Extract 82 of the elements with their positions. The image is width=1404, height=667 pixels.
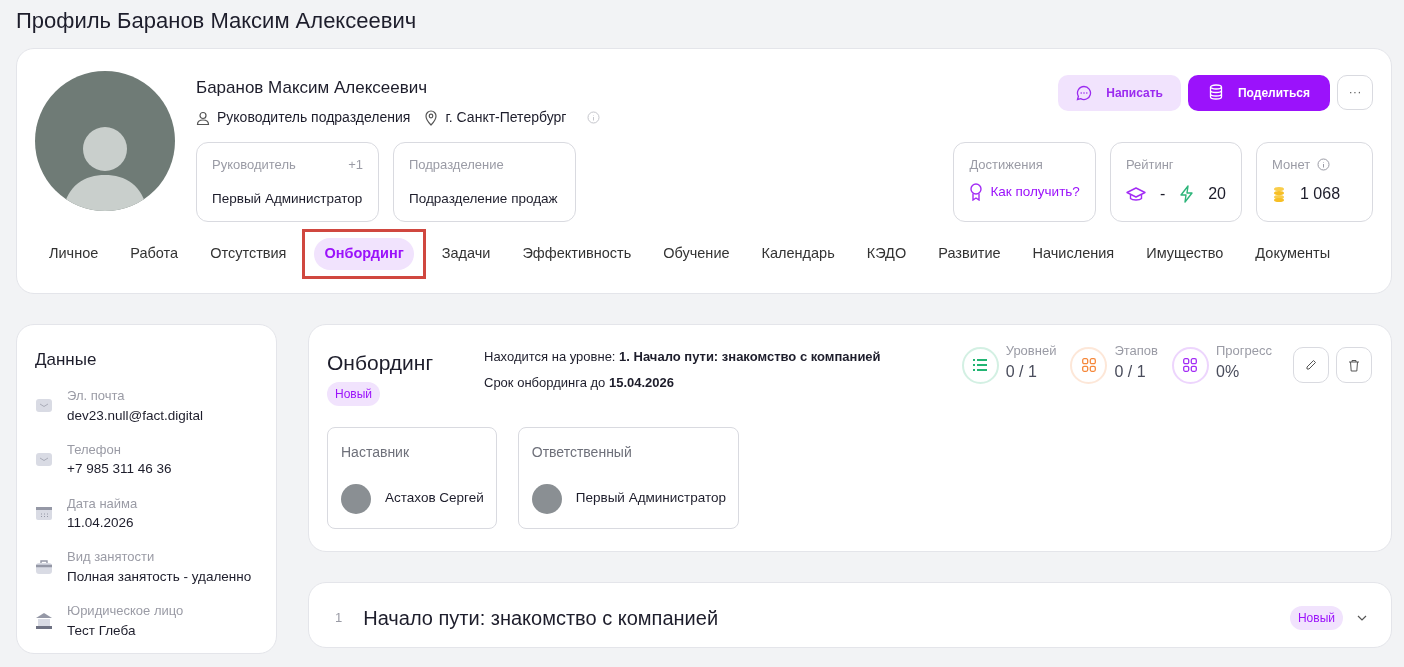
stat-label: Рейтинг bbox=[1125, 156, 1174, 174]
tab[interactable]: Задачи bbox=[431, 237, 501, 270]
avatar-placeholder bbox=[531, 483, 562, 514]
field-label: Вид занятости bbox=[67, 548, 156, 567]
info-icon bbox=[1317, 158, 1331, 172]
count-text: +1 bbox=[348, 156, 363, 174]
bank-building-icon bbox=[35, 611, 53, 630]
tab[interactable]: Начисления bbox=[1022, 237, 1125, 270]
onboarding-title: Онбординг bbox=[327, 349, 435, 376]
role-label: Наставник bbox=[341, 442, 411, 462]
field-label: Эл. почта bbox=[67, 387, 126, 405]
level-text: Находится на уровне: 1. Начало пути: знакомство с компанией bbox=[484, 347, 882, 366]
stat-label: Достижения bbox=[969, 156, 1043, 174]
edit-button[interactable] bbox=[1293, 347, 1329, 384]
info-value: Подразделение продаж bbox=[409, 189, 559, 208]
stat-value: 0 / 1 bbox=[1005, 362, 1038, 382]
field-label: Телефон bbox=[67, 440, 122, 459]
field-value: Полная занятость - удаленно bbox=[67, 567, 252, 586]
rating-points: 20 bbox=[1208, 183, 1226, 204]
pencil-icon bbox=[1305, 359, 1317, 372]
info-value: Первый Администратор bbox=[212, 189, 363, 208]
envelope-icon bbox=[35, 450, 53, 469]
deadline-text: Срок онбординга до 15.04.2026 bbox=[484, 374, 675, 392]
tab[interactable]: КЭДО bbox=[856, 237, 917, 270]
stat-value: 0% bbox=[1216, 362, 1241, 382]
status-badge: Новый bbox=[327, 381, 381, 406]
info-icon bbox=[587, 111, 601, 124]
field-value: 11.04.2026 bbox=[67, 514, 135, 532]
tab[interactable]: Эффективность bbox=[512, 237, 642, 270]
envelope-icon bbox=[35, 396, 53, 415]
section-title: Данные bbox=[35, 348, 98, 371]
share-button[interactable]: Поделиться bbox=[1187, 74, 1330, 111]
person-name: Баранов Максим Алексеевич bbox=[196, 76, 429, 99]
how-to-get-link[interactable]: Как получить? bbox=[990, 181, 1080, 202]
stat-label: Этапов bbox=[1114, 341, 1158, 360]
city-text: г. Санкт-Петербург bbox=[445, 108, 567, 127]
chevron-down-icon bbox=[1357, 614, 1367, 621]
more-button[interactable]: ··· bbox=[1337, 74, 1373, 110]
tab[interactable]: Личное bbox=[39, 237, 109, 270]
coins-icon bbox=[1272, 184, 1286, 203]
tab[interactable]: Работа bbox=[120, 237, 189, 270]
field-value: Тест Глеба bbox=[67, 621, 137, 640]
stat-label: Прогресс bbox=[1216, 341, 1272, 360]
lightning-icon bbox=[1179, 184, 1195, 203]
award-ribbon-icon bbox=[969, 182, 984, 201]
message-button[interactable]: Написать bbox=[1058, 74, 1181, 111]
trash-icon bbox=[1348, 358, 1360, 372]
delete-button[interactable] bbox=[1336, 347, 1372, 384]
level-title: Начало пути: знакомство с компанией bbox=[363, 605, 720, 631]
level-number: 1 bbox=[335, 608, 343, 627]
stat-label: Монет bbox=[1272, 156, 1311, 174]
chat-bubble-icon bbox=[1076, 84, 1093, 101]
field-value: +7 985 311 46 36 bbox=[67, 460, 172, 479]
info-label: Подразделение bbox=[409, 156, 504, 174]
avatar-placeholder bbox=[341, 483, 371, 514]
position-text: Руководитель подразделения bbox=[217, 108, 411, 127]
page-title: Профиль Баранов Максим Алексеевич bbox=[16, 8, 418, 34]
field-label: Юридическое лицо bbox=[67, 602, 184, 620]
field-label: Дата найма bbox=[67, 494, 138, 513]
person-icon bbox=[196, 110, 210, 125]
tab[interactable]: Онбординг bbox=[314, 237, 414, 270]
role-label: Ответственный bbox=[531, 442, 633, 462]
tab[interactable]: Календарь bbox=[751, 237, 845, 270]
person-name: Первый Администратор bbox=[575, 489, 727, 508]
person-name: Астахов Сергей bbox=[385, 489, 484, 508]
coins-stack-icon bbox=[1207, 84, 1224, 101]
stat-label: Уровней bbox=[1005, 341, 1057, 360]
coins-count: 1 068 bbox=[1300, 183, 1341, 204]
stat-value: 0 / 1 bbox=[1114, 362, 1147, 382]
briefcase-icon bbox=[35, 558, 53, 577]
tab[interactable]: Отсутствия bbox=[200, 237, 297, 270]
field-value: dev23.null@fact.digital bbox=[67, 406, 204, 425]
tab[interactable]: Обучение bbox=[653, 237, 740, 270]
status-badge: Новый bbox=[1289, 605, 1343, 630]
tab[interactable]: Развитие bbox=[928, 237, 1011, 270]
calendar-icon bbox=[35, 504, 53, 523]
tab[interactable]: Имущество bbox=[1136, 237, 1234, 270]
graduation-cap-icon bbox=[1125, 185, 1146, 202]
rating-rank: - bbox=[1159, 183, 1166, 204]
info-label: Руководитель bbox=[212, 156, 296, 174]
location-pin-icon bbox=[424, 109, 439, 126]
tab[interactable]: Документы bbox=[1245, 237, 1341, 270]
